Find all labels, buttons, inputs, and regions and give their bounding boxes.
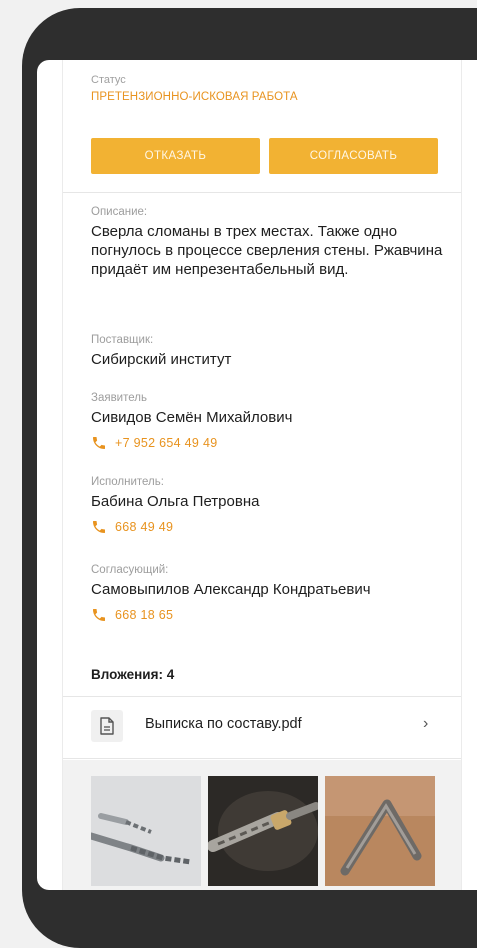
executor-field: Исполнитель: Бабина Ольга Петровна 668 4… bbox=[91, 476, 451, 535]
supplier-label: Поставщик: bbox=[91, 334, 154, 346]
description-label: Описание: bbox=[91, 206, 148, 218]
supplier-field: Поставщик: Сибирский институт bbox=[91, 334, 451, 369]
executor-phone-link[interactable]: 668 49 49 bbox=[91, 519, 451, 535]
chevron-right-icon: › bbox=[423, 715, 429, 732]
approver-phone-link[interactable]: 668 18 65 bbox=[91, 607, 451, 623]
divider bbox=[63, 758, 461, 759]
supplier-value: Сибирский институт bbox=[91, 351, 232, 368]
divider bbox=[63, 192, 461, 193]
approver-name: Самовыпилов Александр Кондратьевич bbox=[91, 581, 371, 598]
status-label: Статус bbox=[91, 74, 126, 86]
executor-name: Бабина Ольга Петровна bbox=[91, 493, 260, 510]
attachment-file-row[interactable]: Выписка по составу.pdf › bbox=[63, 696, 461, 756]
drill-bits-photo bbox=[91, 776, 201, 886]
status-value: ПРЕТЕНЗИОННО-ИСКОВАЯ РАБОТА bbox=[91, 91, 298, 103]
executor-phone: 668 49 49 bbox=[115, 520, 174, 534]
photo-thumbnail[interactable] bbox=[208, 776, 318, 886]
applicant-field: Заявитель Сивидов Семён Михайлович +7 95… bbox=[91, 392, 451, 451]
reject-button[interactable]: ОТКАЗАТЬ bbox=[91, 138, 260, 174]
approver-field: Согласующий: Самовыпилов Александр Кондр… bbox=[91, 564, 451, 623]
app-screen: Статус ПРЕТЕНЗИОННО-ИСКОВАЯ РАБОТА ОТКАЗ… bbox=[37, 60, 477, 890]
phone-icon bbox=[93, 609, 105, 621]
photo-thumbnail[interactable] bbox=[91, 776, 201, 886]
phone-icon bbox=[93, 521, 105, 533]
applicant-name: Сивидов Семён Михайлович bbox=[91, 409, 293, 426]
phone-icon bbox=[93, 437, 105, 449]
approver-label: Согласующий: bbox=[91, 564, 169, 576]
status-block: Статус ПРЕТЕНЗИОННО-ИСКОВАЯ РАБОТА bbox=[91, 74, 298, 103]
file-icon bbox=[91, 710, 123, 742]
photo-gallery bbox=[63, 760, 461, 890]
description-field: Описание: Сверла сломаны в трех местах. … bbox=[91, 206, 451, 279]
description-text: Сверла сломаны в трех местах. Также одно… bbox=[91, 223, 443, 278]
bent-drill-photo bbox=[325, 776, 435, 886]
applicant-label: Заявитель bbox=[91, 392, 147, 404]
file-name: Выписка по составу.pdf bbox=[145, 716, 302, 732]
executor-label: Исполнитель: bbox=[91, 476, 164, 488]
approve-button[interactable]: СОГЛАСОВАТЬ bbox=[269, 138, 438, 174]
approver-phone: 668 18 65 bbox=[115, 608, 174, 622]
claim-card: Статус ПРЕТЕНЗИОННО-ИСКОВАЯ РАБОТА ОТКАЗ… bbox=[63, 60, 461, 890]
applicant-phone-link[interactable]: +7 952 654 49 49 bbox=[91, 435, 451, 451]
applicant-phone: +7 952 654 49 49 bbox=[115, 436, 218, 450]
photo-thumbnail[interactable] bbox=[325, 776, 435, 886]
broken-drill-photo bbox=[208, 776, 318, 886]
attachments-title: Вложения: 4 bbox=[91, 667, 175, 682]
